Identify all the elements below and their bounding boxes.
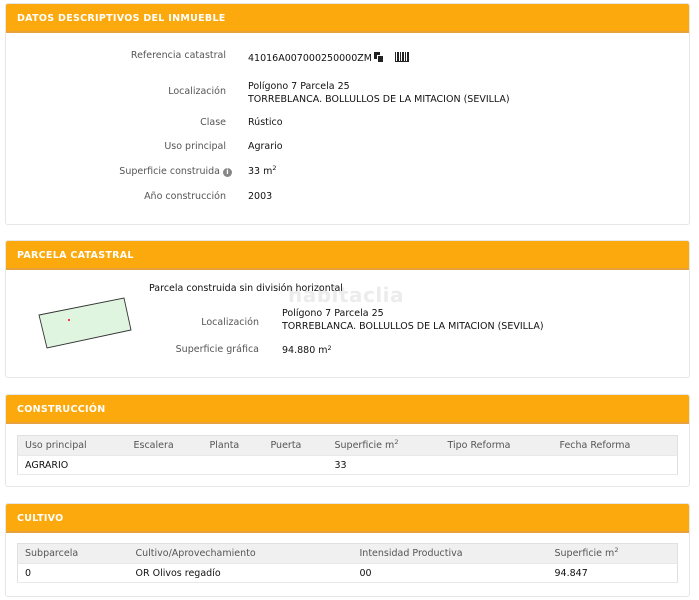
col-escalera: Escalera (126, 435, 203, 456)
col-superficie-text: Superficie m (554, 548, 615, 559)
barcode-icon[interactable] (394, 52, 409, 62)
referencia-label: Referencia catastral (130, 50, 226, 61)
cell-puerta (263, 455, 328, 475)
table-row: AGRARIO 33 (17, 455, 678, 475)
referencia-text: 41016A007000250000ZM (248, 53, 372, 64)
cell-superficie: 33 (327, 455, 441, 475)
col-cultivo: Cultivo/Aprovechamiento (128, 543, 353, 564)
cell-cultivo: OR Olivos regadío (128, 563, 353, 583)
col-subparcela: Subparcela (17, 543, 129, 564)
construccion-table: Uso principal Escalera Planta Puerta Sup… (17, 435, 678, 475)
parcela-subtitle: Parcela construida sin división horizont… (149, 283, 343, 294)
inmueble-panel: DATOS DESCRIPTIVOS DEL INMUEBLE Referenc… (5, 3, 690, 225)
parcela-header: PARCELA CATASTRAL (6, 241, 689, 270)
cultivo-panel: CULTIVO Subparcela Cultivo/Aprovechamien… (5, 503, 690, 597)
copy-icon[interactable] (373, 52, 384, 63)
table-header-row: Uso principal Escalera Planta Puerta Sup… (17, 435, 678, 456)
parcela-localizacion-line1: Polígono 7 Parcela 25 (282, 308, 384, 319)
col-intensidad: Intensidad Productiva (352, 543, 548, 564)
cell-intensidad: 00 (352, 563, 548, 583)
col-superficie-sup: 2 (614, 546, 619, 554)
cell-planta (202, 455, 264, 475)
parcela-localizacion-label: Localización (201, 317, 259, 328)
cultivo-header: CULTIVO (6, 504, 689, 533)
cell-tipo-reforma (440, 455, 553, 475)
anio-row: Año construcción 2003 (6, 191, 689, 205)
parcela-localizacion-value: Polígono 7 Parcela 25 TORREBLANCA. BOLLU… (282, 307, 544, 333)
localizacion-line2: TORREBLANCA. BOLLULLOS DE LA MITACION (S… (248, 94, 510, 105)
uso-row: Uso principal Agrario (6, 141, 689, 155)
col-uso-principal: Uso principal (17, 435, 127, 456)
col-superficie: Superficie m2 (547, 543, 678, 564)
referencia-value: 41016A007000250000ZM (248, 52, 409, 64)
cell-superficie: 94.847 (547, 563, 678, 583)
construccion-panel: CONSTRUCCIÓN Uso principal Escalera Plan… (5, 394, 690, 487)
inmueble-header: DATOS DESCRIPTIVOS DEL INMUEBLE (6, 4, 689, 33)
parcela-panel: PARCELA CATASTRAL habitaclia Parcela con… (5, 240, 690, 378)
uso-value: Agrario (248, 141, 283, 152)
col-superficie-text: Superficie m (334, 440, 395, 451)
cell-uso: AGRARIO (17, 455, 127, 475)
superficie-row: Superficie construida i 33 m2 (6, 164, 689, 180)
cell-escalera (126, 455, 203, 475)
superficie-label-wrap: Superficie construida i (119, 166, 232, 177)
cell-fecha-reforma (552, 455, 678, 475)
col-superficie: Superficie m2 (327, 435, 441, 456)
table-row: 0 OR Olivos regadío 00 94.847 (17, 563, 678, 583)
anio-value: 2003 (248, 191, 273, 202)
superficie-number: 33 m (248, 166, 273, 177)
table-header-row: Subparcela Cultivo/Aprovechamiento Inten… (17, 543, 678, 564)
cell-subparcela: 0 (17, 563, 129, 583)
col-planta: Planta (202, 435, 264, 456)
uso-label: Uso principal (164, 141, 226, 152)
clase-row: Clase Rústico (6, 117, 689, 131)
clase-label: Clase (200, 117, 226, 128)
parcela-superficie-number: 94.880 m (282, 345, 328, 356)
parcela-superficie-sup: 2 (327, 344, 332, 352)
localizacion-row: Localización Polígono 7 Parcela 25 TORRE… (6, 81, 689, 105)
info-icon[interactable]: i (223, 168, 232, 177)
cultivo-table: Subparcela Cultivo/Aprovechamiento Inten… (17, 543, 678, 583)
parcela-superficie-label: Superficie gráfica (175, 344, 259, 355)
localizacion-line1: Polígono 7 Parcela 25 (248, 81, 350, 92)
localizacion-value: Polígono 7 Parcela 25 TORREBLANCA. BOLLU… (248, 80, 510, 106)
col-fecha-reforma: Fecha Reforma (552, 435, 678, 456)
col-puerta: Puerta (263, 435, 328, 456)
clase-value: Rústico (248, 117, 283, 128)
superficie-unit-sup: 2 (272, 164, 277, 172)
construccion-header: CONSTRUCCIÓN (6, 395, 689, 424)
referencia-row: Referencia catastral 41016A007000250000Z… (6, 50, 689, 64)
superficie-label: Superficie construida (119, 166, 220, 177)
parcela-localizacion-row: Localización Polígono 7 Parcela 25 TORRE… (6, 308, 689, 332)
localizacion-label: Localización (168, 86, 226, 97)
anio-label: Año construcción (144, 191, 226, 202)
superficie-value: 33 m2 (248, 164, 277, 177)
parcela-localizacion-line2: TORREBLANCA. BOLLULLOS DE LA MITACION (S… (282, 321, 544, 332)
col-superficie-sup: 2 (394, 438, 399, 446)
parcela-superficie-row: Superficie gráfica 94.880 m2 (6, 344, 689, 358)
col-tipo-reforma: Tipo Reforma (440, 435, 553, 456)
parcela-superficie-value: 94.880 m2 (282, 344, 332, 357)
